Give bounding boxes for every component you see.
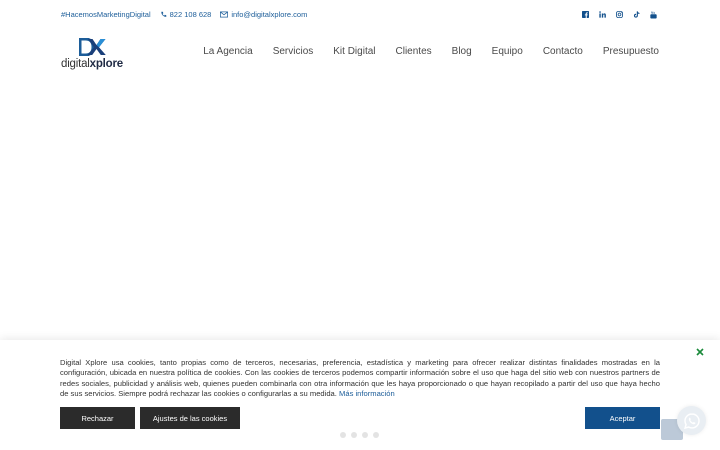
close-icon xyxy=(696,348,704,356)
hashtag-link[interactable]: #HacemosMarketingDigital xyxy=(61,10,151,19)
instagram-icon xyxy=(616,11,623,18)
logo-word-light: digital xyxy=(61,58,90,70)
hashtag-text: #HacemosMarketingDigital xyxy=(61,10,151,19)
facebook-icon xyxy=(582,11,589,18)
cookie-text-block: Digital Xplore usa cookies, tanto propia… xyxy=(60,358,660,399)
tiktok-link[interactable] xyxy=(632,10,641,19)
slider-dot[interactable] xyxy=(351,432,357,438)
nav-item-presupuesto[interactable]: Presupuesto xyxy=(603,46,659,57)
top-bar: #HacemosMarketingDigital 822 108 628 inf… xyxy=(0,0,720,30)
nav-item-equipo[interactable]: Equipo xyxy=(492,46,523,57)
social-links xyxy=(573,10,658,19)
youtube-icon xyxy=(650,10,657,18)
phone-text: 822 108 628 xyxy=(169,10,212,19)
logo-wordmark: digitalxplore xyxy=(61,58,123,70)
email-link[interactable]: info@digitalxplore.com xyxy=(220,10,307,19)
nav-item-contacto[interactable]: Contacto xyxy=(543,46,583,57)
nav-item-kit-digital[interactable]: Kit Digital xyxy=(333,46,375,57)
nav-item-blog[interactable]: Blog xyxy=(452,46,472,57)
facebook-link[interactable] xyxy=(581,10,590,19)
accept-cookies-button[interactable]: Aceptar xyxy=(585,407,660,429)
nav-item-la-agencia[interactable]: La Agencia xyxy=(203,46,253,57)
slider-dot[interactable] xyxy=(373,432,379,438)
instagram-link[interactable] xyxy=(615,10,624,19)
slider-dot[interactable] xyxy=(362,432,368,438)
close-cookie-button[interactable] xyxy=(696,348,706,358)
site-logo[interactable]: digitalxplore xyxy=(61,38,127,72)
youtube-link[interactable] xyxy=(649,10,658,19)
cookie-settings-button[interactable]: Ajustes de las cookies xyxy=(140,407,240,429)
linkedin-link[interactable] xyxy=(598,10,607,19)
tiktok-icon xyxy=(633,11,640,18)
phone-icon xyxy=(160,11,166,17)
phone-link[interactable]: 822 108 628 xyxy=(160,10,212,19)
more-info-link[interactable]: Más información xyxy=(339,389,395,398)
linkedin-icon xyxy=(599,11,606,18)
whatsapp-button[interactable] xyxy=(677,406,706,435)
nav-item-clientes[interactable]: Clientes xyxy=(396,46,432,57)
page: #HacemosMarketingDigital 822 108 628 inf… xyxy=(0,0,720,450)
whatsapp-icon xyxy=(683,412,700,429)
email-text: info@digitalxplore.com xyxy=(231,10,308,19)
dx-logo-icon xyxy=(79,38,106,56)
nav-item-servicios[interactable]: Servicios xyxy=(273,46,314,57)
reject-cookies-button[interactable]: Rechazar xyxy=(60,407,135,429)
envelope-icon xyxy=(220,11,229,18)
logo-word-bold: xplore xyxy=(89,58,124,70)
slider-dots xyxy=(340,432,384,438)
main-nav: La Agencia Servicios Kit Digital Cliente… xyxy=(183,46,659,57)
slider-dot[interactable] xyxy=(340,432,346,438)
top-bar-contact: #HacemosMarketingDigital 822 108 628 inf… xyxy=(61,10,316,19)
